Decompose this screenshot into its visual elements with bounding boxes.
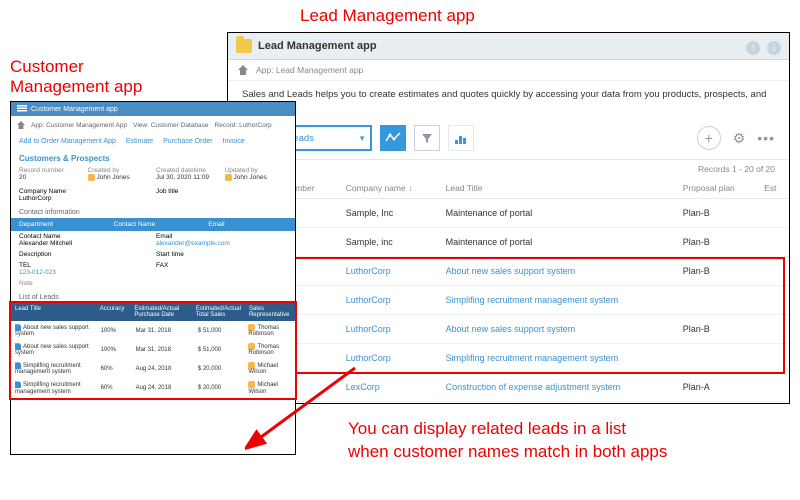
chevron-down-icon: ▾ <box>354 133 371 144</box>
value-updated-by: John Jones <box>225 174 288 184</box>
lm-col-header[interactable]: Lead Title <box>440 178 677 199</box>
breadcrumb[interactable]: App: Customer Management App <box>31 122 127 129</box>
label-updated-by: Updated by <box>225 167 288 174</box>
lm-col-header[interactable]: Proposal plan <box>677 178 758 199</box>
lm-title: Lead Management app <box>258 40 377 52</box>
cm-titlebar: Customer Management app <box>11 102 295 116</box>
table-row[interactable]: 18LexCorpConstruction of expense adjustm… <box>228 373 789 402</box>
label-jobtitle: Job title <box>156 188 178 195</box>
action-invoice[interactable]: Invoice <box>223 138 245 145</box>
folder-icon <box>236 39 252 53</box>
cm-title: Customer Management app <box>31 106 118 113</box>
value-contact-name: Alexander Mitchell <box>19 240 72 247</box>
record-count: Records 1 - 20 of 20 <box>228 160 789 174</box>
add-record-button[interactable]: + <box>697 126 721 150</box>
col-contact-name: Contact Name <box>106 218 201 231</box>
avatar-icon <box>225 174 232 181</box>
label-contact-name: Contact Name <box>19 233 61 240</box>
value-record-number: 20 <box>19 174 82 184</box>
lm-breadcrumbs: App: Lead Management app <box>228 60 789 81</box>
value-created-dt: Jul 30, 2020 11:09 <box>156 174 219 184</box>
customer-management-window: Customer Management app App: Customer Ma… <box>10 101 296 455</box>
contact-info-heading: Contact information <box>11 204 295 218</box>
label-record-number: Record number <box>19 167 82 174</box>
chart-button[interactable] <box>448 125 474 151</box>
annotation-lead-app: Lead Management app <box>300 6 475 26</box>
breadcrumb[interactable]: Record: LuthorCorp <box>215 122 272 129</box>
gear-icon[interactable]: ⚙ <box>729 130 750 147</box>
info-icon[interactable]: i <box>767 41 781 55</box>
value-created-by: John Jones <box>88 174 151 184</box>
highlight-related-leads <box>9 301 297 399</box>
graph-view-button[interactable] <box>380 125 406 151</box>
col-department: Department <box>11 218 106 231</box>
action-add-order[interactable]: Add to Order Management App <box>19 138 116 145</box>
cm-actions: Add to Order Management App Estimate Pur… <box>11 134 295 149</box>
label-fax: FAX <box>156 262 168 269</box>
action-po[interactable]: Purchase Order <box>163 138 212 145</box>
section-customers-prospects: Customers & Prospects <box>11 149 295 165</box>
home-icon[interactable] <box>238 65 248 75</box>
label-email: Email <box>156 233 172 240</box>
lm-description: Sales and Leads helps you to create esti… <box>228 81 789 119</box>
label-tel: TEL <box>19 262 31 269</box>
label-note: Note <box>19 280 287 287</box>
more-icon[interactable]: ••• <box>757 130 775 146</box>
label-created-dt: Created datetime <box>156 167 219 174</box>
speaker-icon[interactable]: ! <box>746 41 760 55</box>
label-created-by: Created by <box>88 167 151 174</box>
annotation-cust-app: CustomerManagement app <box>10 57 142 98</box>
action-estimate[interactable]: Estimate <box>126 138 153 145</box>
menu-icon[interactable] <box>17 105 27 113</box>
table-row[interactable]: 1Sample, incMaintenance of portalPlan-B <box>228 228 789 257</box>
filter-button[interactable] <box>414 125 440 151</box>
label-company: Company Name <box>19 188 66 195</box>
value-company: LuthorCorp <box>19 195 52 202</box>
breadcrumb[interactable]: View: Customer Database <box>133 122 208 129</box>
value-email[interactable]: alexander@example.com <box>156 240 230 247</box>
lm-col-header[interactable]: Est <box>758 178 789 199</box>
highlight-matched-rows <box>232 257 785 374</box>
avatar-icon <box>88 174 95 181</box>
lm-col-header[interactable]: Company name ↓ <box>340 178 440 199</box>
annotation-main: You can display related leads in a listw… <box>348 418 667 464</box>
value-tel[interactable]: 123-012-023 <box>19 269 56 276</box>
label-description: Description <box>19 251 52 258</box>
contact-info-header: Department Contact Name Email <box>11 218 295 231</box>
lead-management-window: Lead Management app ! i App: Lead Manage… <box>227 32 790 404</box>
home-icon[interactable] <box>17 121 25 129</box>
lm-toolbar: All leads ▾ + ⚙ ••• <box>228 119 789 160</box>
lm-titlebar: Lead Management app ! i <box>228 33 789 60</box>
col-email: Email <box>200 218 295 231</box>
table-row[interactable]: 11Sample, IncMaintenance of portalPlan-B <box>228 199 789 228</box>
label-start: Start time <box>156 251 184 258</box>
breadcrumb[interactable]: App: Lead Management app <box>256 65 363 75</box>
cm-breadcrumbs: App: Customer Management App View: Custo… <box>11 116 295 134</box>
